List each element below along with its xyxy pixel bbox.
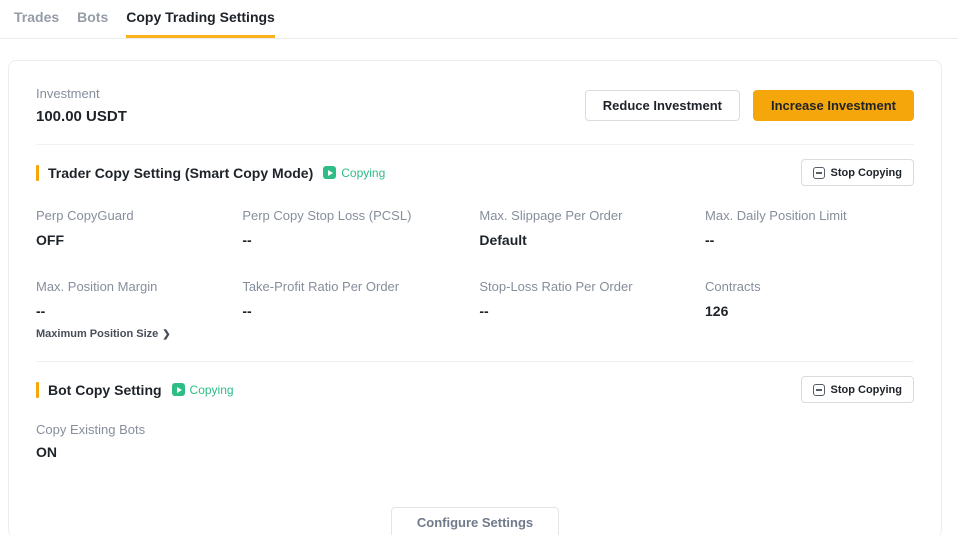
configure-settings-button[interactable]: Configure Settings [391,507,559,535]
increase-investment-button[interactable]: Increase Investment [753,90,914,121]
stop-copying-bot-button[interactable]: Stop Copying [801,376,915,403]
field-contracts: Contracts 126 [705,279,914,319]
investment-label: Investment [36,86,127,101]
play-icon [323,166,336,179]
field-max-daily-position-limit: Max. Daily Position Limit -- [705,208,914,248]
field-max-position-margin: Max. Position Margin -- [36,279,242,319]
card-footer: Configure Settings [36,507,914,535]
divider [36,361,914,362]
copying-status-badge: Copying [172,383,234,397]
investment-info: Investment 100.00 USDT [36,86,127,125]
stop-copying-label: Stop Copying [831,384,903,396]
investment-value: 100.00 USDT [36,108,127,125]
trader-copy-setting-header: Trader Copy Setting (Smart Copy Mode) Co… [36,159,914,186]
play-icon [172,383,185,396]
stop-copying-trader-button[interactable]: Stop Copying [801,159,915,186]
investment-section: Investment 100.00 USDT Reduce Investment… [36,86,914,125]
bot-section-title: Bot Copy Setting [48,382,162,398]
copying-status-badge: Copying [323,166,385,180]
investment-actions: Reduce Investment Increase Investment [585,90,914,121]
copying-status-label: Copying [341,166,385,180]
field-perp-copy-stop-loss: Perp Copy Stop Loss (PCSL) -- [242,208,479,248]
minus-square-icon [813,384,825,396]
trader-section-title: Trader Copy Setting (Smart Copy Mode) [48,165,313,181]
divider [36,144,914,145]
trader-settings-grid: Perp CopyGuard OFF Perp Copy Stop Loss (… [36,208,914,319]
minus-square-icon [813,167,825,179]
field-perp-copyguard: Perp CopyGuard OFF [36,208,242,248]
accent-bar [36,382,39,398]
maximum-position-size-link[interactable]: Maximum Position Size ❯ [36,328,171,340]
field-copy-existing-bots: Copy Existing Bots ON [36,422,914,460]
copy-trading-settings-card: Investment 100.00 USDT Reduce Investment… [8,60,942,535]
accent-bar [36,165,39,181]
field-take-profit-ratio: Take-Profit Ratio Per Order -- [242,279,479,319]
field-stop-loss-ratio: Stop-Loss Ratio Per Order -- [479,279,705,319]
chevron-right-icon: ❯ [162,329,170,340]
stop-copying-label: Stop Copying [831,167,903,179]
bot-copy-setting-header: Bot Copy Setting Copying Stop Copying [36,376,914,403]
copying-status-label: Copying [190,383,234,397]
field-max-slippage: Max. Slippage Per Order Default [479,208,705,248]
tab-trades[interactable]: Trades [14,9,59,38]
tab-bots[interactable]: Bots [77,9,108,38]
reduce-investment-button[interactable]: Reduce Investment [585,90,740,121]
tab-bar: Trades Bots Copy Trading Settings [0,0,958,39]
tab-copy-trading-settings[interactable]: Copy Trading Settings [126,9,275,38]
